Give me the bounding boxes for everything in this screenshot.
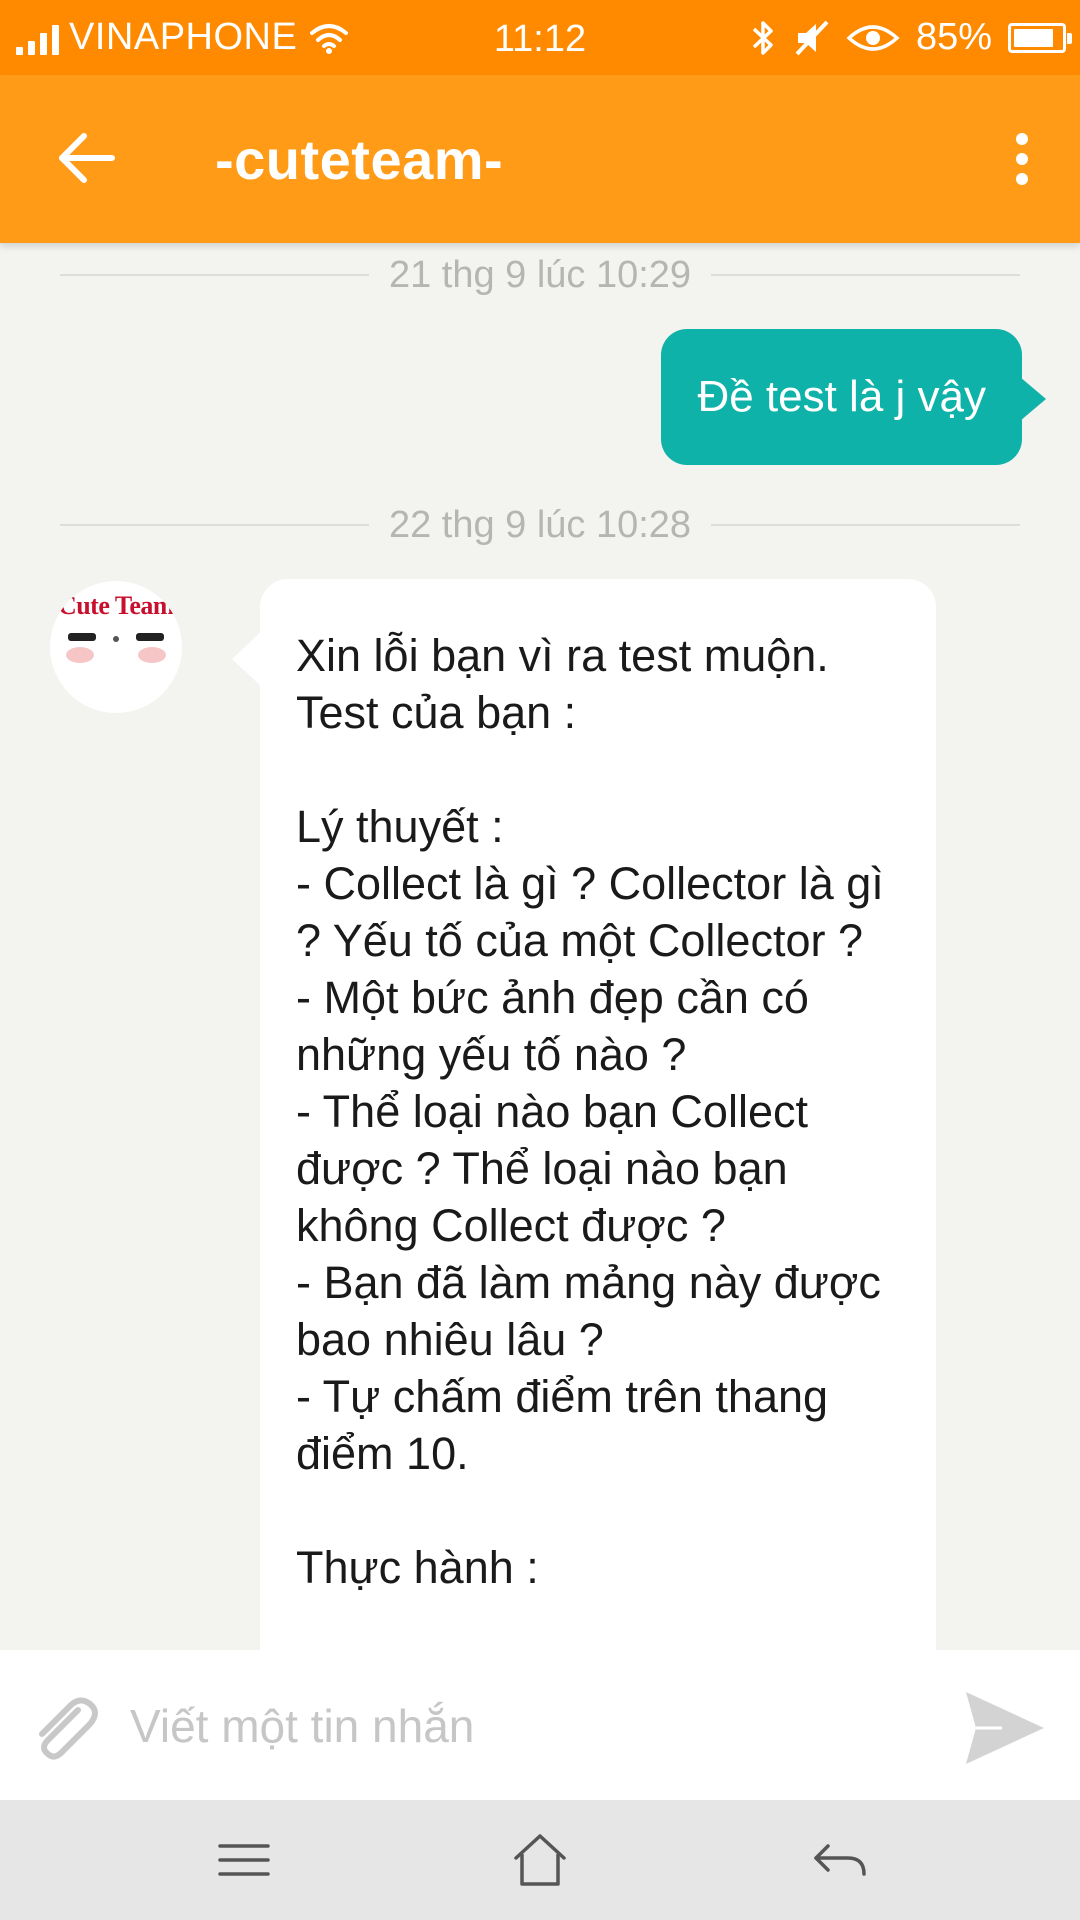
battery-icon	[1008, 22, 1072, 53]
battery-fill	[1014, 28, 1054, 47]
date-separator-text: 22 thg 9 lúc 10:28	[388, 503, 692, 546]
eye-icon	[846, 24, 900, 51]
date-separator: 21 thg 9 lúc 10:29	[60, 253, 1021, 296]
message-input[interactable]	[130, 1686, 920, 1766]
message-composer	[0, 1650, 1080, 1800]
avatar-face-icon	[66, 633, 166, 663]
mute-icon	[795, 20, 829, 55]
system-nav-bar	[0, 1800, 1080, 1920]
more-vertical-icon[interactable]	[1000, 127, 1044, 191]
date-separator: 22 thg 9 lúc 10:28	[60, 503, 1021, 546]
back-icon[interactable]	[808, 1828, 872, 1892]
avatar[interactable]: Cute Team	[50, 581, 182, 713]
incoming-message[interactable]: Xin lỗi bạn vì ra test muộn. Test của bạ…	[232, 579, 936, 1650]
outgoing-message[interactable]: Đề test là j vậy	[661, 329, 1046, 465]
home-icon[interactable]	[508, 1828, 572, 1892]
paperclip-icon[interactable]	[26, 1690, 106, 1770]
send-icon[interactable]	[962, 1688, 1046, 1768]
status-bar: VINAPHONE 11:12 85%	[0, 0, 1080, 75]
battery-percent: 85%	[915, 16, 992, 58]
menu-icon[interactable]	[212, 1828, 276, 1892]
status-right: 85%	[748, 0, 1072, 75]
bluetooth-icon	[752, 20, 773, 55]
date-separator-text: 21 thg 9 lúc 10:29	[388, 253, 692, 296]
chat-title: -cuteteam-	[215, 128, 504, 191]
message-list[interactable]: 21 thg 9 lúc 10:29 Đề test là j vậy 22 t…	[0, 243, 1080, 1650]
app-bar: -cuteteam-	[0, 75, 1080, 243]
arrow-left-icon[interactable]	[54, 125, 120, 191]
